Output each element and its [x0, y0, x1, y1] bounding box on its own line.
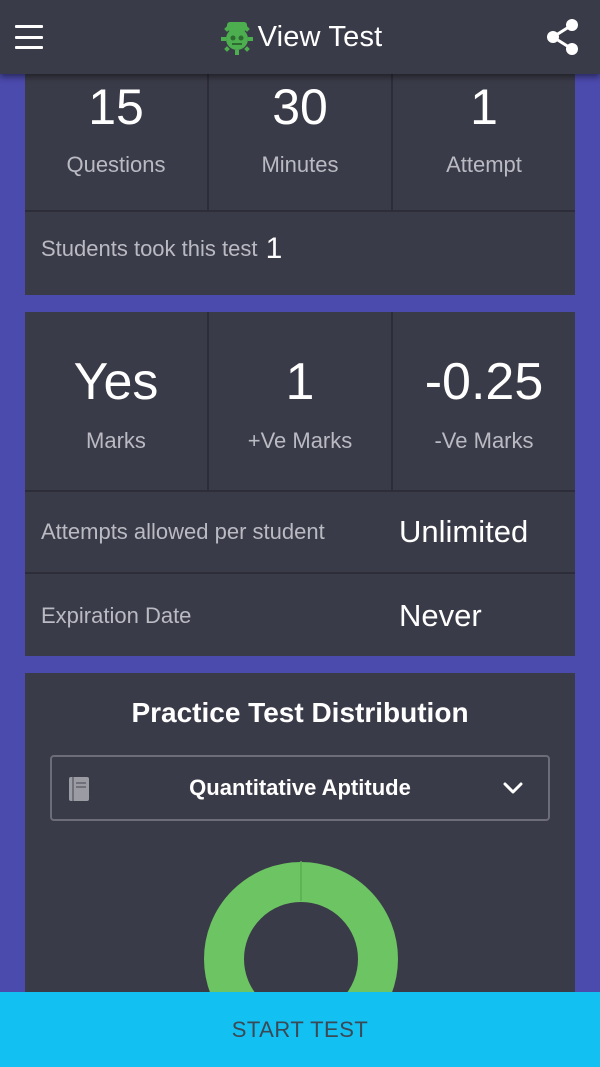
stat-value: 1: [470, 79, 498, 135]
students-label: Students took this test: [41, 236, 258, 261]
robot-logo-icon: [220, 22, 253, 55]
stat-minutes: 30 Minutes: [209, 60, 393, 210]
stat-label: +Ve Marks: [247, 428, 353, 453]
stat-positive-marks: 1 +Ve Marks: [209, 312, 393, 490]
test-summary-card: 15 Questions 30 Minutes 1 Attempt Studen…: [25, 60, 575, 295]
expiration-label: Expiration Date: [41, 603, 192, 628]
start-test-button[interactable]: START TEST: [0, 992, 600, 1067]
stat-value: -0.25: [424, 353, 544, 411]
stat-label: -Ve Marks: [434, 428, 534, 453]
attempts-value: Unlimited: [399, 514, 529, 549]
marking-card: Yes Marks 1 +Ve Marks -0.25 -Ve Marks At…: [25, 312, 575, 656]
stat-label: Marks: [86, 428, 146, 453]
expiration-value: Never: [399, 598, 482, 633]
marking-stats-row: Yes Marks 1 +Ve Marks -0.25 -Ve Marks: [25, 312, 575, 492]
students-took-test: Students took this test 1: [41, 232, 282, 266]
selected-subject: Quantitative Aptitude: [189, 775, 411, 800]
book-icon: [69, 777, 89, 801]
app-title-group: View Test: [218, 18, 383, 56]
stat-attempt: 1 Attempt: [393, 60, 575, 210]
stat-label: Attempt: [446, 152, 522, 177]
stat-marks: Yes Marks: [25, 312, 209, 490]
stat-value: 1: [285, 353, 315, 411]
stat-value: 15: [88, 79, 144, 135]
students-count: 1: [265, 232, 283, 265]
chevron-down-icon[interactable]: [502, 779, 524, 797]
stat-questions: 15 Questions: [25, 60, 209, 210]
expiration-row: Expiration Date Never: [25, 575, 575, 657]
stat-label: Minutes: [261, 152, 339, 177]
share-icon[interactable]: [546, 18, 580, 56]
page-title: View Test: [257, 20, 383, 53]
stat-value: 30: [272, 79, 328, 135]
app-bar: View Test: [0, 0, 600, 74]
distribution-title: Practice Test Distribution: [131, 697, 469, 728]
attempts-allowed-row: Attempts allowed per student Unlimited: [25, 492, 575, 574]
summary-stats-row: 15 Questions 30 Minutes 1 Attempt: [25, 60, 575, 212]
stat-label: Questions: [66, 152, 166, 177]
stat-negative-marks: -0.25 -Ve Marks: [393, 312, 575, 490]
subject-dropdown[interactable]: Quantitative Aptitude: [50, 755, 550, 821]
attempts-label: Attempts allowed per student: [41, 519, 325, 544]
stat-value: Yes: [73, 353, 159, 411]
menu-icon[interactable]: [14, 22, 44, 52]
